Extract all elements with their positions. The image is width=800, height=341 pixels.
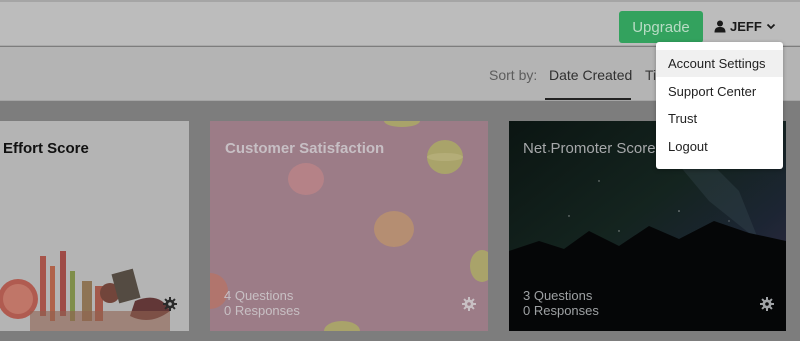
question-count: 4 Questions: [224, 288, 294, 303]
card-title: Net Promoter Score: [523, 140, 656, 157]
survey-card-customer-satisfaction[interactable]: Customer Satisfaction 4 Questions 0 Resp…: [210, 121, 488, 331]
survey-card-effort-score[interactable]: Effort Score: [0, 121, 189, 331]
card-stats: 3 Questions 0 Responses: [523, 288, 599, 318]
gear-icon[interactable]: [163, 297, 177, 311]
upgrade-button[interactable]: Upgrade: [619, 11, 703, 43]
card-stats: 4 Questions 0 Responses: [224, 288, 300, 318]
menu-item-support-center[interactable]: Support Center: [656, 78, 783, 105]
sort-option-title[interactable]: Ti: [645, 67, 656, 83]
menu-item-trust[interactable]: Trust: [656, 105, 783, 132]
card-title: Effort Score: [3, 140, 89, 157]
gear-icon[interactable]: [462, 297, 476, 311]
user-icon: [714, 20, 726, 32]
chevron-down-icon: [766, 23, 775, 30]
user-dropdown-menu: Account Settings Support Center Trust Lo…: [656, 42, 783, 169]
sort-active-underline: [545, 98, 631, 100]
top-header: Upgrade JEFF: [0, 0, 800, 46]
card-title: Customer Satisfaction: [225, 140, 385, 157]
response-count: 0 Responses: [523, 303, 599, 318]
menu-item-logout[interactable]: Logout: [656, 133, 783, 160]
user-name: JEFF: [730, 18, 762, 34]
user-menu[interactable]: JEFF: [714, 17, 776, 35]
sort-label: Sort by:: [489, 67, 538, 83]
response-count: 0 Responses: [224, 303, 300, 318]
question-count: 3 Questions: [523, 288, 593, 303]
sort-option-date-created[interactable]: Date Created: [549, 67, 632, 83]
gear-icon[interactable]: [760, 297, 774, 311]
menu-item-account-settings[interactable]: Account Settings: [656, 50, 783, 77]
